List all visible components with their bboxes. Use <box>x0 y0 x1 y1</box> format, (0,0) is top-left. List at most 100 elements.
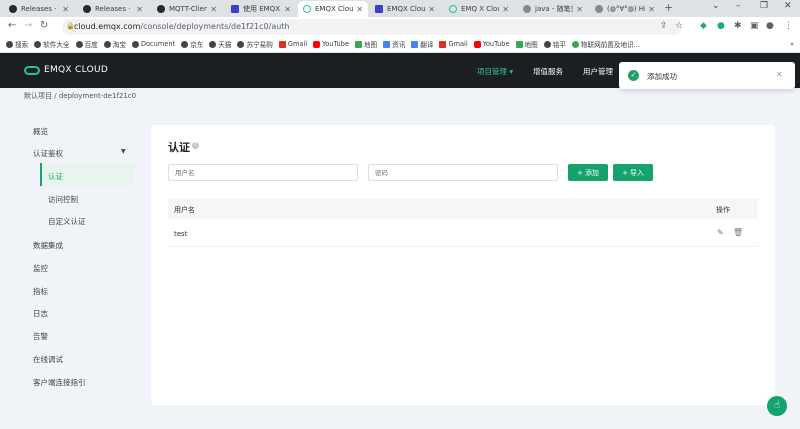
close-icon[interactable]: ✕ <box>502 5 509 14</box>
chevron-down-icon[interactable]: ▼ <box>121 148 126 155</box>
sidebar-item-custom-auth[interactable]: 自定义认证 <box>48 216 86 227</box>
toast-close-icon[interactable]: ✕ <box>776 70 783 79</box>
bookmark[interactable]: 苏宁易购 <box>237 39 273 49</box>
reload-icon[interactable]: ↻ <box>40 20 48 31</box>
doc-icon <box>231 5 239 13</box>
nav-value-added-services[interactable]: 增值服务 <box>533 66 563 77</box>
bookmark[interactable]: YouTube <box>313 40 349 48</box>
bookmark[interactable]: 搜索 <box>6 39 28 49</box>
bookmark-star-icon[interactable]: ☆ <box>675 21 683 31</box>
extensions-puzzle-icon[interactable]: ✱ <box>734 21 742 31</box>
sidebar-item-logs[interactable]: 日志 <box>33 308 48 319</box>
maps-icon <box>515 40 523 48</box>
emqx-logo[interactable]: EMQX CLOUD <box>24 65 108 75</box>
gmail-icon <box>439 40 447 48</box>
table-row-divider <box>168 246 758 247</box>
sidebar-item-monitor[interactable]: 监控 <box>33 263 48 274</box>
close-icon[interactable]: ✕ <box>576 5 583 14</box>
minimize-icon[interactable]: – <box>736 1 741 11</box>
page-title: 认证 <box>168 141 190 154</box>
help-fab-hand-icon[interactable]: ☝ <box>767 396 787 416</box>
browser-tab[interactable]: MQTT-Clien ✕ <box>152 1 222 17</box>
browser-tab[interactable]: EMQ X Cloud✕ <box>444 1 514 17</box>
plus-icon: + <box>577 168 583 177</box>
sidebar-item-metrics[interactable]: 指标 <box>33 286 48 297</box>
bookmark[interactable]: 百度 <box>75 39 98 49</box>
close-icon[interactable]: ✕ <box>356 5 363 14</box>
github-icon <box>9 5 17 13</box>
toast-message: 添加成功 <box>647 72 677 81</box>
globe-icon <box>237 40 245 48</box>
url-text[interactable]: cloud.emqx.com/console/deployments/de1f2… <box>74 22 290 31</box>
bookmark[interactable]: 淘宝 <box>103 39 126 49</box>
browser-tab[interactable]: java - 随笔分✕ <box>518 1 588 17</box>
browser-tab[interactable]: EMQX Cloud✕ <box>370 1 440 17</box>
add-button[interactable]: + 添加 <box>568 164 608 181</box>
close-icon[interactable]: ✕ <box>210 5 217 14</box>
nav-project-management[interactable]: 项目管理 ▾ <box>477 66 513 77</box>
share-icon[interactable]: ⇪ <box>660 21 668 31</box>
success-check-icon: ✓ <box>628 70 639 81</box>
success-toast <box>619 62 795 89</box>
sidebar-item-auth[interactable]: 认证 <box>48 171 63 182</box>
new-tab-button[interactable]: + <box>664 1 673 14</box>
sidebar-item-overview[interactable]: 概览 <box>33 126 48 137</box>
breadcrumb: 默认项目 / deployment-de1f21c0 <box>24 91 136 101</box>
tab-search-icon[interactable]: ⌄ <box>712 1 720 11</box>
forward-icon[interactable]: → <box>24 20 32 31</box>
bookmark[interactable]: Gmail <box>439 40 468 48</box>
restore-icon[interactable]: ❐ <box>760 1 768 11</box>
sidebar-item-online-debug[interactable]: 在线调试 <box>33 354 63 365</box>
password-input[interactable] <box>368 164 558 181</box>
close-icon[interactable]: ✕ <box>136 5 143 14</box>
globe-icon <box>543 40 551 48</box>
browser-tab[interactable]: Releases · em✕ <box>4 1 74 17</box>
delete-icon[interactable]: 🗑 <box>733 228 743 237</box>
nav-user-management[interactable]: 用户管理 <box>583 66 613 77</box>
extension-icon[interactable]: ● <box>717 21 725 31</box>
bookmark[interactable]: 天猫 <box>209 39 231 49</box>
import-button[interactable]: + 导入 <box>613 164 653 181</box>
bookmark[interactable]: 物联网前置及地识... <box>571 39 640 49</box>
username-input[interactable] <box>168 164 358 181</box>
close-icon[interactable]: ✕ <box>284 5 291 14</box>
globe-icon <box>34 40 42 48</box>
bookmarks-overflow-icon[interactable]: » <box>790 40 794 48</box>
bookmark[interactable]: 地图 <box>354 39 377 49</box>
browser-tab-active[interactable]: EMQX Cloud✕ <box>298 1 368 17</box>
column-header-username: 用户名 <box>174 206 195 214</box>
close-icon[interactable]: ✕ <box>648 5 655 14</box>
close-icon[interactable]: ✕ <box>428 5 435 14</box>
sidepanel-icon[interactable]: ▣ <box>750 21 759 31</box>
edit-icon[interactable]: ✎ <box>717 228 724 237</box>
breadcrumb-root[interactable]: 默认项目 <box>24 92 52 100</box>
extension-icon[interactable]: ◆ <box>700 21 707 31</box>
bookmark[interactable]: 铭平 <box>543 39 566 49</box>
sidebar-item-alerts[interactable]: 告警 <box>33 331 48 342</box>
sidebar-item-client-guide[interactable]: 客户端连接指引 <box>33 377 86 388</box>
bookmark[interactable]: YouTube <box>473 40 510 48</box>
bookmark[interactable]: 翻译 <box>411 39 433 49</box>
table-header <box>168 199 758 219</box>
sidebar-item-auth-group[interactable]: 认证鉴权 <box>33 148 63 159</box>
browser-tab[interactable]: 使用 EMQX C✕ <box>226 1 296 17</box>
close-icon[interactable]: ✕ <box>62 5 69 14</box>
bookmark[interactable]: 软件大全 <box>34 39 70 49</box>
back-icon[interactable]: ← <box>8 20 16 31</box>
menu-icon[interactable]: ⋮ <box>784 21 793 31</box>
bookmark[interactable]: 地图 <box>515 39 538 49</box>
sidebar-item-data-integration[interactable]: 数据集成 <box>33 240 63 251</box>
browser-tab[interactable]: Releases · em✕ <box>78 1 148 17</box>
maps-icon <box>354 40 362 48</box>
window-close-icon[interactable]: ✕ <box>784 1 792 11</box>
browser-tab[interactable]: (◍°∀°◍) Hi, E✕ <box>590 1 660 17</box>
help-icon[interactable]: ? <box>192 142 199 149</box>
bookmark[interactable]: 资讯 <box>383 39 405 49</box>
blog-icon <box>595 5 603 13</box>
table-cell-username: test <box>174 230 188 238</box>
sidebar-item-acl[interactable]: 访问控制 <box>48 194 78 205</box>
bookmark[interactable]: Gmail <box>278 40 307 48</box>
bookmark[interactable]: Document <box>131 40 175 48</box>
profile-avatar[interactable]: ● <box>766 21 774 31</box>
bookmark[interactable]: 京东 <box>181 39 203 49</box>
